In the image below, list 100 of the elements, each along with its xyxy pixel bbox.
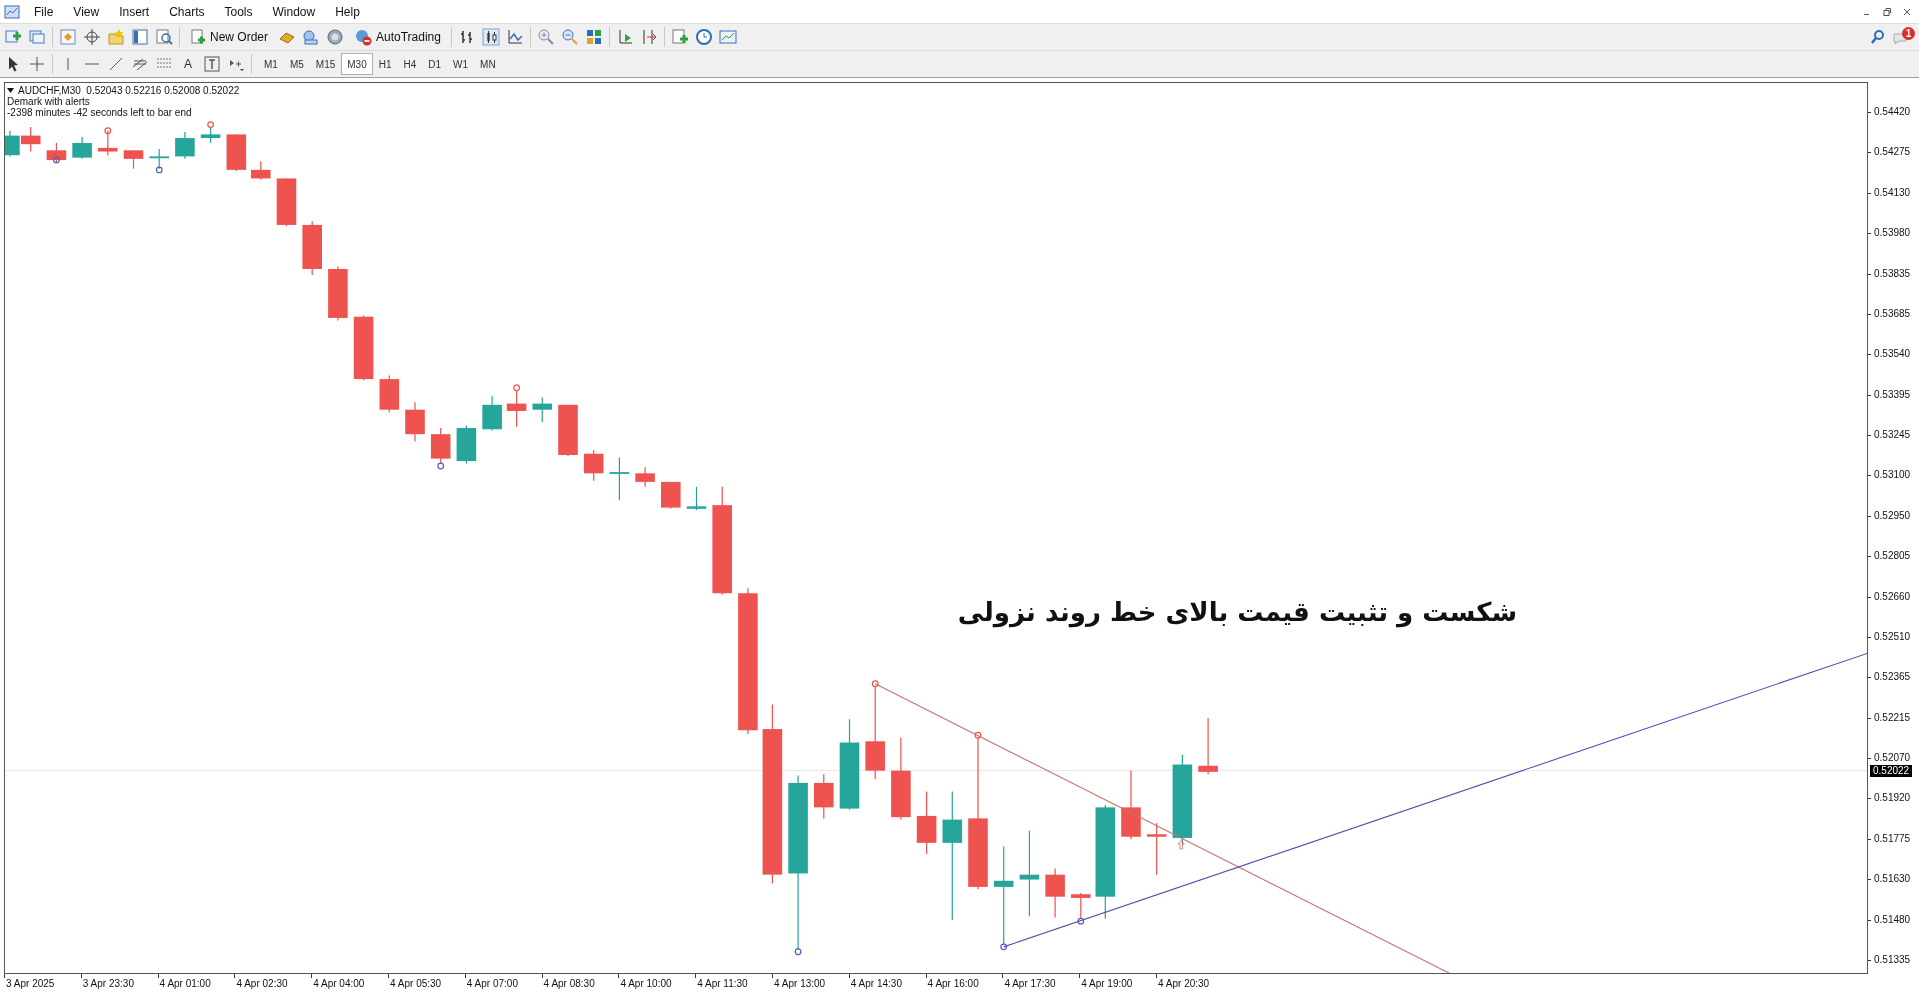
new-chart-icon[interactable] bbox=[4, 28, 22, 46]
candle bbox=[686, 486, 707, 511]
candle bbox=[251, 160, 271, 181]
fractal-marker bbox=[53, 156, 60, 164]
fractal-marker bbox=[1077, 917, 1085, 925]
menu-item[interactable]: View bbox=[63, 2, 110, 21]
timeframe-tab[interactable]: H4 bbox=[397, 53, 423, 75]
menu-item[interactable]: Window bbox=[262, 2, 326, 21]
candle bbox=[814, 773, 834, 819]
candle bbox=[456, 425, 477, 465]
menu-item[interactable]: Tools bbox=[214, 2, 263, 21]
fractal-marker bbox=[974, 731, 982, 739]
candle bbox=[506, 389, 527, 428]
price-label: 0.52950 bbox=[1874, 509, 1911, 522]
time-label: 4 Apr 13:00 bbox=[774, 978, 826, 990]
terminal-icon[interactable] bbox=[131, 28, 149, 46]
line-chart-icon[interactable] bbox=[505, 28, 524, 46]
price-label: 0.54275 bbox=[1874, 146, 1911, 159]
candle bbox=[302, 220, 322, 276]
candle bbox=[98, 130, 118, 156]
price-label: 0.52805 bbox=[1874, 550, 1911, 563]
menu-item[interactable]: File bbox=[24, 2, 64, 21]
timeframe-tab[interactable]: H1 bbox=[372, 53, 398, 75]
candles-icon[interactable] bbox=[481, 28, 500, 46]
menu-item[interactable]: Charts bbox=[159, 2, 215, 21]
new-order-button[interactable]: New Order bbox=[186, 28, 272, 46]
timeframe-tab[interactable]: D1 bbox=[422, 53, 448, 75]
signals-icon[interactable] bbox=[302, 28, 320, 46]
price-label: 0.52510 bbox=[1874, 630, 1911, 643]
globe-icon[interactable] bbox=[326, 28, 344, 46]
indicators-icon[interactable] bbox=[670, 28, 689, 46]
tester-icon[interactable] bbox=[155, 28, 173, 46]
time-label: 4 Apr 05:30 bbox=[390, 978, 442, 990]
symbol-info: AUDCHF,M30 0.52043 0.52216 0.52008 0.52022 bbox=[18, 85, 240, 96]
candle bbox=[226, 133, 247, 172]
time-label: 4 Apr 16:00 bbox=[927, 978, 979, 990]
price-label: 0.53540 bbox=[1874, 348, 1911, 361]
bar-timer: -2398 minutes -42 seconds left to bar end bbox=[7, 107, 193, 118]
timeframe-tab[interactable]: M1 bbox=[258, 53, 284, 75]
text-tool-button[interactable]: A bbox=[179, 55, 197, 73]
dropdown-triangle-icon[interactable] bbox=[7, 88, 14, 93]
chart-caption: شکست و تثبیت قیمت بالای خط روند نزولی bbox=[957, 596, 1517, 630]
menu-item[interactable]: Insert bbox=[109, 2, 160, 21]
price-label: 0.51480 bbox=[1874, 913, 1911, 926]
tile-windows-icon[interactable] bbox=[584, 28, 603, 46]
zoom-in-icon[interactable] bbox=[536, 28, 555, 46]
candle bbox=[1045, 867, 1065, 919]
document-plus-icon bbox=[190, 29, 206, 45]
fractal-marker bbox=[1000, 943, 1008, 951]
candle bbox=[1198, 717, 1218, 775]
trendline-icon[interactable] bbox=[107, 55, 125, 73]
time-label: 4 Apr 14:30 bbox=[850, 978, 902, 990]
price-label: 0.51920 bbox=[1874, 792, 1911, 805]
candle bbox=[72, 136, 92, 160]
candle bbox=[635, 466, 655, 488]
crosshair-icon[interactable] bbox=[28, 55, 46, 73]
up-arrow-marker bbox=[1177, 840, 1185, 850]
candle bbox=[916, 790, 937, 855]
time-label: 4 Apr 08:30 bbox=[543, 978, 595, 990]
candle bbox=[583, 449, 604, 482]
candle bbox=[46, 142, 67, 164]
time-label: 4 Apr 11:30 bbox=[697, 978, 748, 990]
timeframe-tab[interactable]: M30 bbox=[341, 53, 373, 75]
templates-icon[interactable] bbox=[718, 28, 737, 46]
timeframe-tab[interactable]: MN bbox=[474, 53, 502, 75]
menu-item[interactable]: Help bbox=[325, 2, 370, 21]
price-label: 0.52660 bbox=[1874, 590, 1911, 603]
clock-icon[interactable] bbox=[694, 28, 713, 46]
autotrading-button[interactable]: AutoTrading bbox=[350, 28, 445, 46]
candle bbox=[405, 401, 425, 443]
timeframe-tab[interactable]: W1 bbox=[447, 53, 475, 75]
candle bbox=[1071, 892, 1091, 920]
close-icon[interactable] bbox=[1903, 7, 1911, 16]
profiles-icon[interactable] bbox=[28, 28, 46, 46]
notification-badge: 1 bbox=[1902, 27, 1915, 40]
zoom-out-icon[interactable] bbox=[560, 28, 579, 46]
price-label: 0.52215 bbox=[1874, 711, 1911, 724]
restore-icon[interactable] bbox=[1883, 7, 1891, 16]
candle bbox=[379, 374, 400, 413]
price-label: 0.52070 bbox=[1874, 752, 1911, 765]
price-label: 0.53100 bbox=[1874, 469, 1911, 482]
timeframe-tab[interactable]: M5 bbox=[283, 53, 310, 75]
app-icon bbox=[4, 3, 20, 20]
fractal-marker bbox=[794, 948, 802, 956]
candle bbox=[1121, 770, 1141, 840]
candle bbox=[175, 131, 195, 160]
candle bbox=[1146, 822, 1167, 876]
time-label: 4 Apr 10:00 bbox=[620, 978, 672, 990]
search-icon[interactable] bbox=[1869, 28, 1887, 46]
price-label: 0.51775 bbox=[1874, 832, 1911, 845]
fractal-marker bbox=[104, 127, 112, 135]
price-label: 0.53835 bbox=[1874, 267, 1911, 280]
chat-bubble-icon[interactable] bbox=[1893, 32, 1907, 45]
folder-star-icon[interactable] bbox=[107, 28, 125, 46]
candle bbox=[430, 427, 451, 465]
time-label: 4 Apr 04:00 bbox=[313, 978, 365, 990]
time-label: 4 Apr 19:00 bbox=[1081, 978, 1133, 990]
text-label-icon[interactable] bbox=[203, 55, 221, 73]
crosshair-icon[interactable] bbox=[83, 28, 101, 46]
timeframe-tab[interactable]: M15 bbox=[309, 53, 342, 75]
